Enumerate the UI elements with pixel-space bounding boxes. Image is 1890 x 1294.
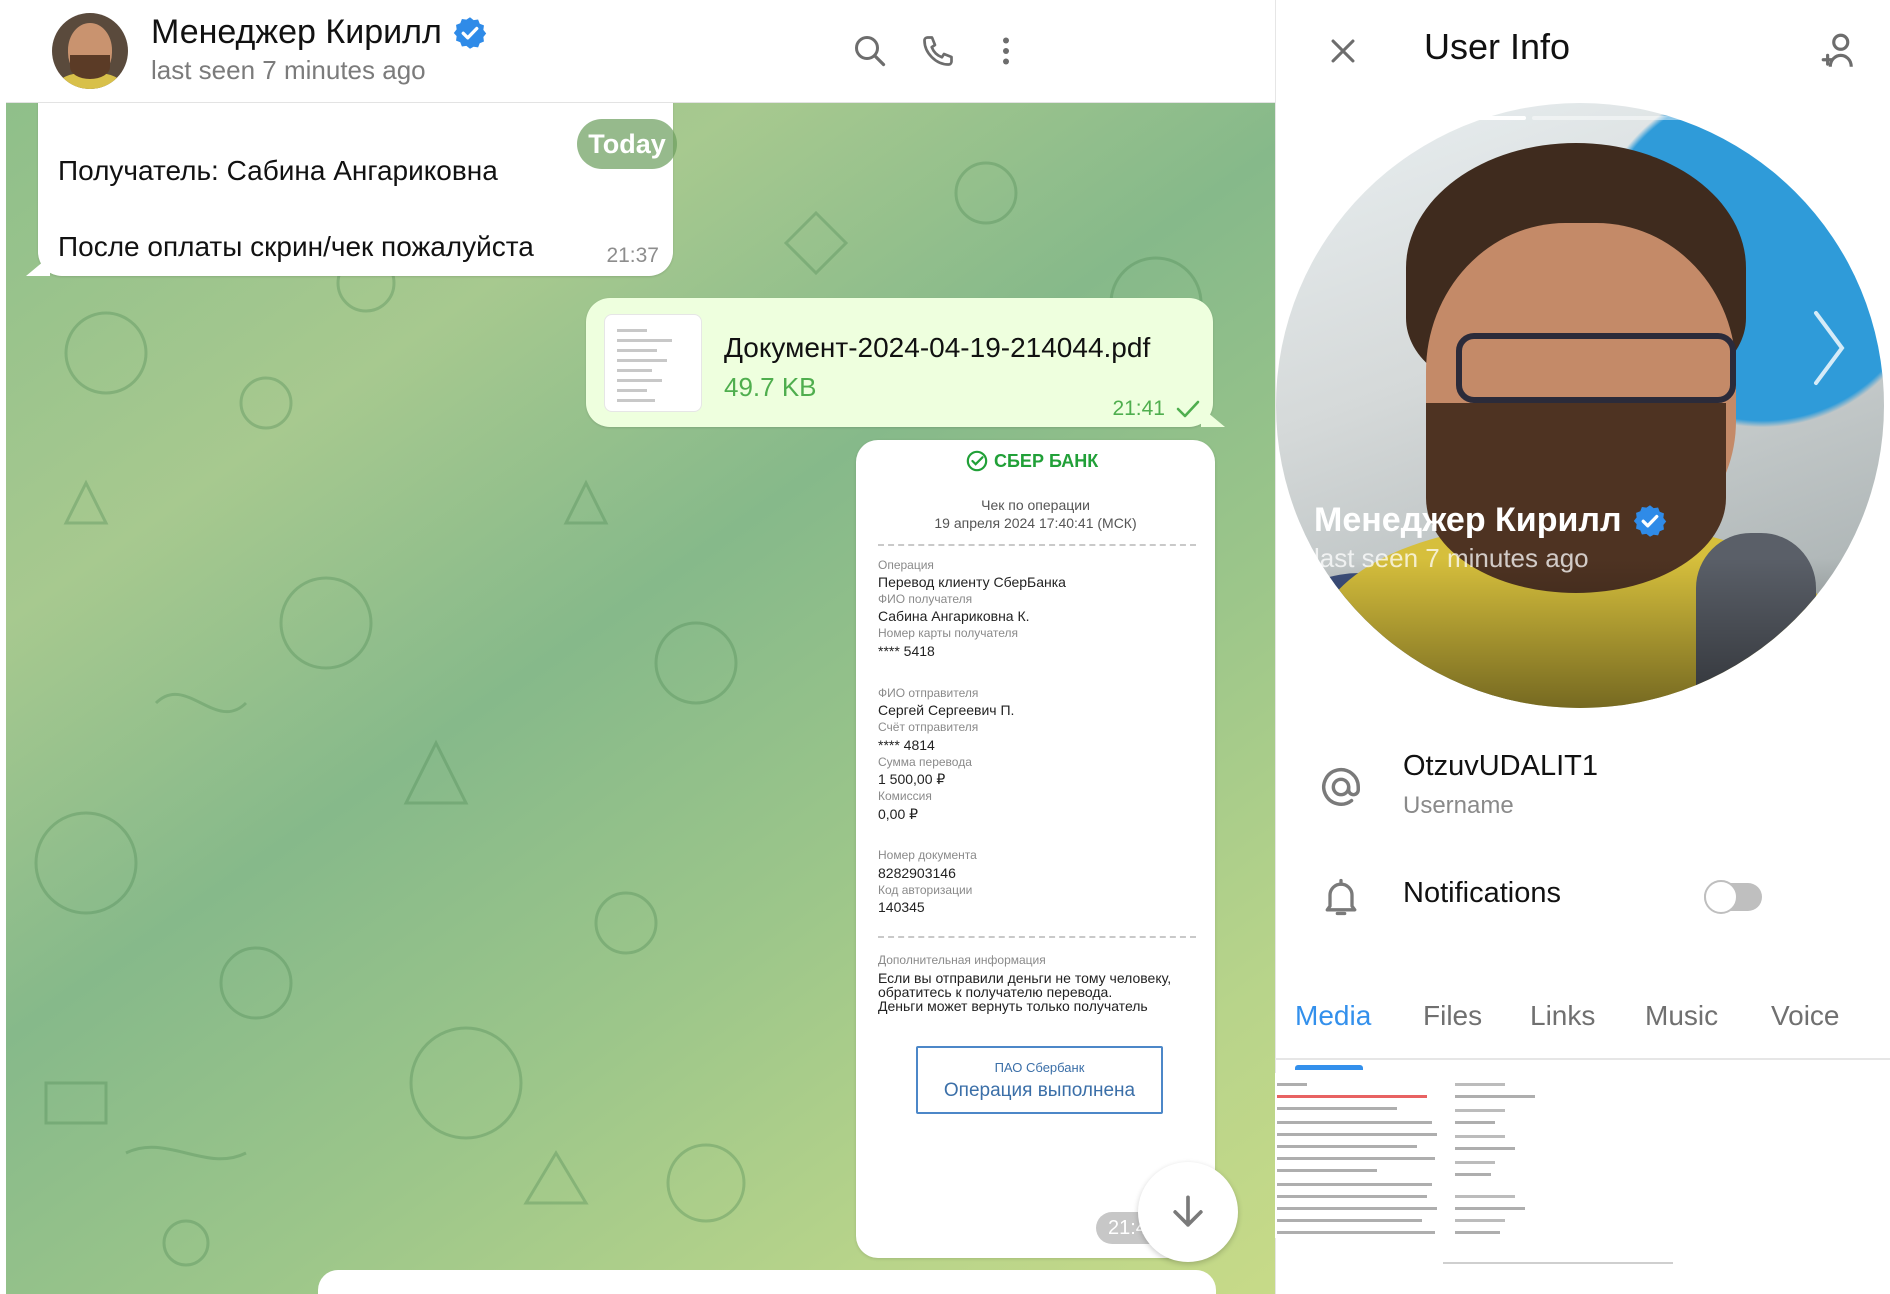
receipt-value: 1 500,00 ₽ [878,771,946,787]
chat-name-text: Менеджер Кирилл [151,13,442,51]
receipt-value: 140345 [878,899,925,915]
tab-voice[interactable]: Voice [1771,1000,1840,1032]
receipt-value: 0,00 ₽ [878,806,919,822]
profile-name-text: Менеджер Кирилл [1314,501,1622,539]
add-contact-icon[interactable] [1814,26,1864,76]
chat-pane: Менеджер Кирилл last seen 7 minutes ago [0,0,1275,1294]
tab-media[interactable]: Media [1295,1000,1371,1032]
tab-links[interactable]: Links [1530,1000,1595,1032]
receipt-label: Счёт отправителя [878,720,979,734]
notifications-label: Notifications [1403,877,1561,909]
receipt-label: Номер документа [878,848,977,862]
receipt-value: **** 4814 [878,737,935,753]
at-sign-icon [1316,762,1366,812]
stamp-issuer: ПАО Сбербанк [994,1060,1085,1075]
receipt-title: Чек по операции [981,497,1090,513]
message-line: После оплаты скрин/чек пожалуйста [58,231,534,262]
divider [878,936,1196,938]
username-label: Username [1403,792,1514,819]
file-thumbnail[interactable] [604,314,702,412]
bell-icon [1316,872,1366,922]
divider [1443,1262,1673,1264]
receipt-label: ФИО получателя [878,592,973,606]
receipt-label: Код авторизации [878,883,973,897]
receipt-value: Сабина Ангариковна К. [878,608,1030,624]
chat-title[interactable]: Менеджер Кирилл [151,13,488,52]
panel-title: User Info [1424,26,1571,67]
media-thumbnail[interactable] [1275,1073,1443,1238]
info-header: User Info [1276,0,1890,103]
receipt-note: Деньги может вернуть только получатель [878,998,1148,1014]
receipt-label: Номер карты получателя [878,626,1019,640]
receipt-label: Дополнительная информация [878,953,1046,967]
file-size: 49.7 KB [724,372,817,402]
receipt-value: Перевод клиенту СберБанка [878,574,1066,590]
message-line: Получатель: Сабина Ангариковна [58,155,498,186]
divider [878,544,1196,546]
receipt-label: Комиссия [878,789,932,803]
message-time: 21:41 [1112,397,1165,420]
close-icon[interactable] [1320,28,1366,74]
profile-status: last seen 7 minutes ago [1314,543,1589,573]
message-file-outgoing[interactable]: Документ-2024-04-19-214044.pdf 49.7 KB 2… [586,298,1225,427]
verified-icon [453,16,486,49]
stamp-status: Операция выполнена [943,1080,1136,1101]
search-icon[interactable] [846,27,894,75]
message-incoming[interactable]: Получатель: Сабина Ангариковна После опл… [26,97,673,276]
receipt-label: ФИО отправителя [878,686,979,700]
username-value[interactable]: OtzuvUDALIT1 [1403,750,1598,783]
avatar[interactable] [52,13,128,89]
file-name[interactable]: Документ-2024-04-19-214044.pdf [724,332,1150,364]
arrow-down-icon [1173,1195,1203,1227]
scroll-down-button[interactable] [1138,1162,1238,1262]
tab-music[interactable]: Music [1645,1000,1718,1032]
more-vertical-icon[interactable] [982,27,1030,75]
telegram-window: Менеджер Кирилл last seen 7 minutes ago [0,0,1890,1294]
receipt-label: Операция [878,558,934,572]
media-thumbnail[interactable] [1445,1073,1610,1238]
date-badge: Today [577,119,677,169]
photo-progress-active [1291,116,1526,120]
receipt-image-message[interactable]: СБЕР БАНК Чек по операции 19 апреля 2024… [856,440,1215,1258]
verified-icon [1633,504,1666,537]
operation-stamp: ПАО Сбербанк Операция выполнена [916,1046,1163,1114]
profile-name: Менеджер Кирилл [1314,501,1668,540]
message-time: 21:37 [606,244,659,267]
phone-icon[interactable] [914,27,962,75]
check-icon [1176,400,1200,418]
tab-files[interactable]: Files [1423,1000,1482,1032]
profile-photo-circle [1276,103,1884,708]
receipt-value: Сергей Сергеевич П. [878,702,1015,718]
receipt-label: Сумма перевода [878,755,972,769]
notifications-toggle[interactable] [1704,880,1762,914]
next-message-edge [318,1270,1216,1294]
active-tab-indicator [1295,1065,1363,1070]
receipt-value: 8282903146 [878,865,956,881]
receipt-datetime: 19 апреля 2024 17:40:41 (МСК) [934,515,1137,531]
receipt-value: **** 5418 [878,643,935,659]
profile-photo[interactable]: Менеджер Кирилл last seen 7 minutes ago [1276,103,1884,708]
sber-check-icon [966,450,988,472]
media-tabs: Media Files Links Music Voice [1275,972,1890,1060]
chevron-right-icon[interactable] [1804,303,1854,393]
chat-header[interactable]: Менеджер Кирилл last seen 7 minutes ago [6,0,1275,103]
bank-name: СБЕР БАНК [994,450,1099,471]
photo-progress [1532,116,1767,120]
sber-logo: СБЕР БАНК [966,450,1098,472]
chat-status: last seen 7 minutes ago [151,55,426,85]
